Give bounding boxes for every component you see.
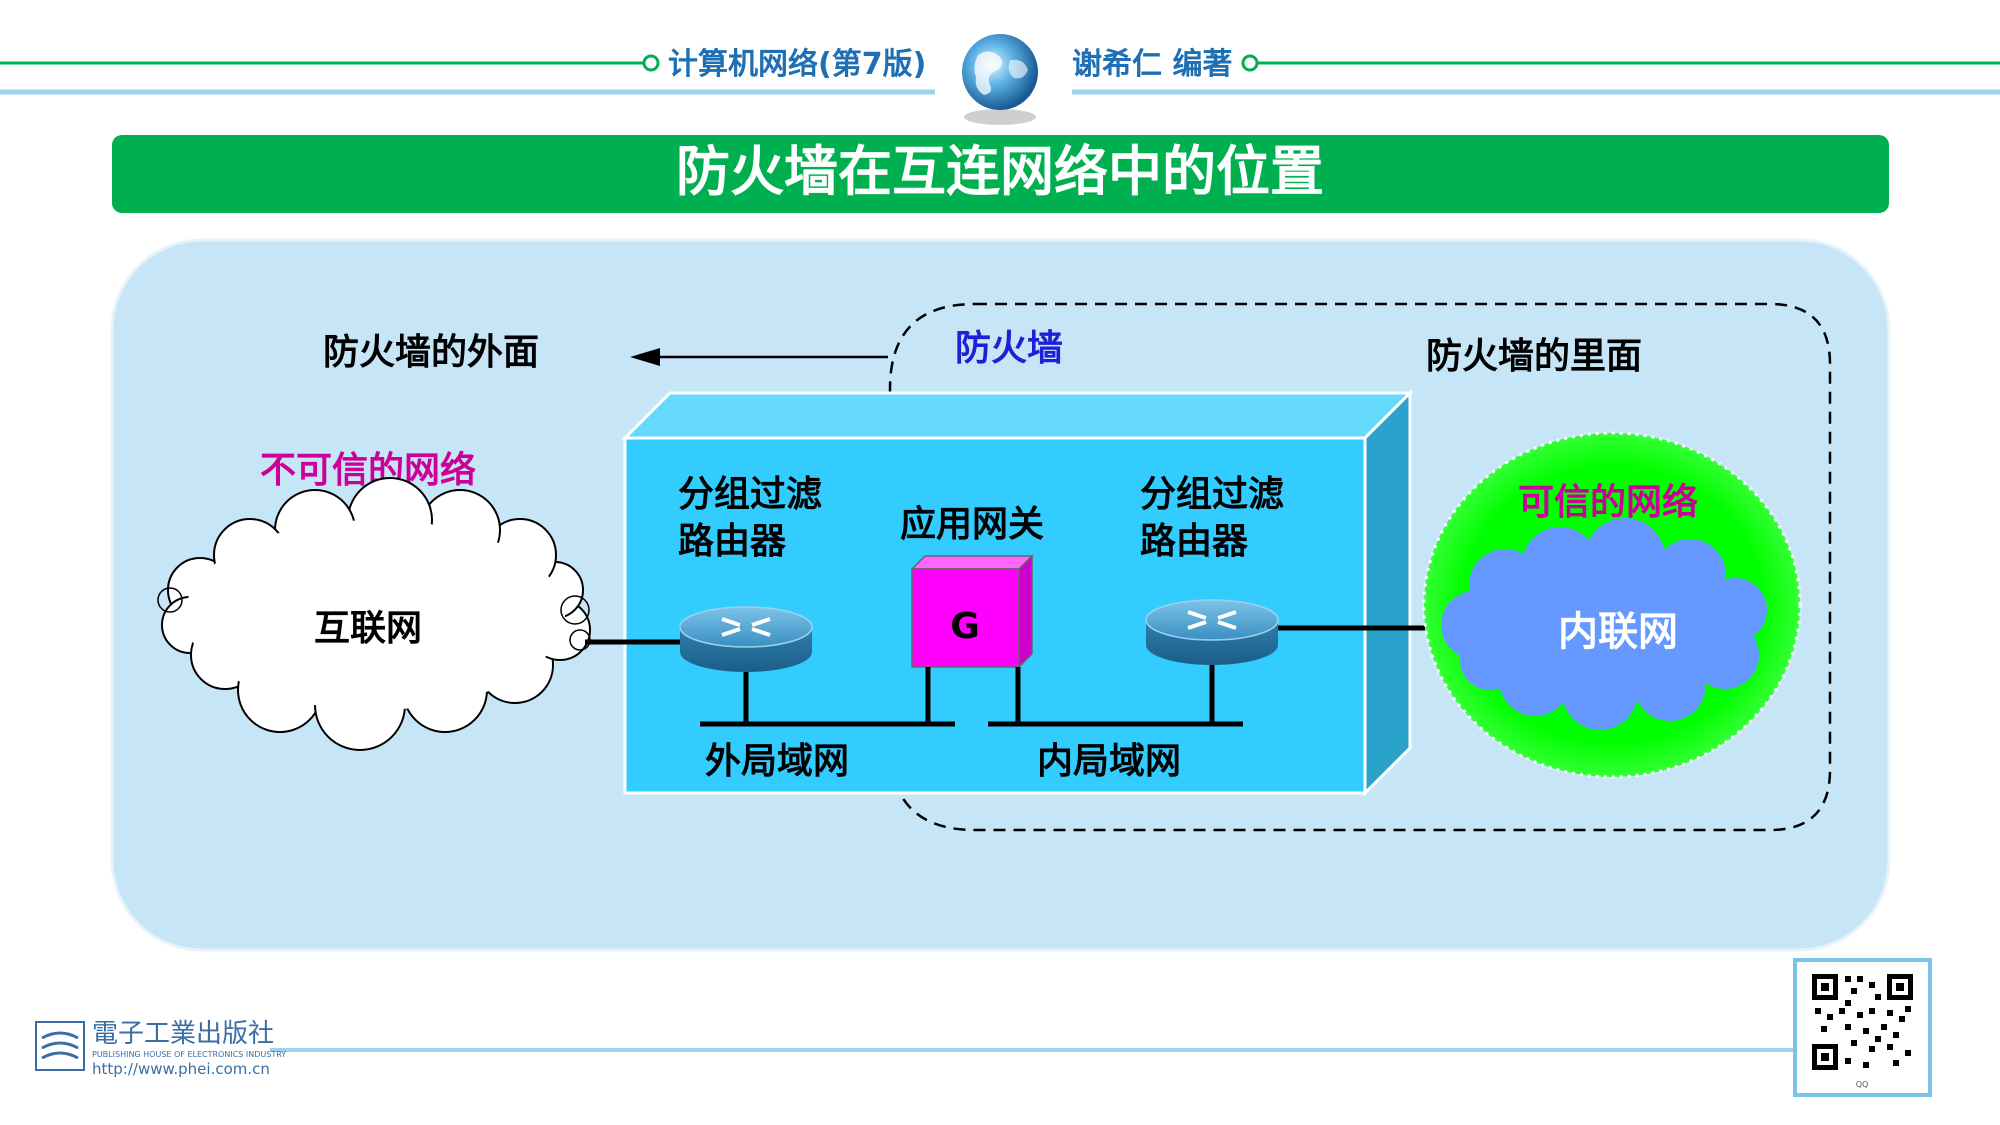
firewall-box-top	[621, 391, 1414, 440]
footer: 電子工業出版社 PUBLISHING HOUSE OF ELECTRONICS …	[35, 958, 1932, 1097]
router-right-icon	[1145, 599, 1279, 665]
header-line-left-end	[642, 54, 660, 72]
publisher-url: http://www.phei.com.cn	[92, 1060, 270, 1078]
router-left-label-2: 路由器	[678, 521, 787, 562]
author: 谢希仁 编著	[1072, 47, 1232, 82]
qr-caption: QQ	[1856, 1080, 1869, 1089]
router-right-label-2: 路由器	[1140, 521, 1249, 562]
header-line-right-end	[1241, 54, 1259, 72]
qr-code-icon: QQ	[1793, 958, 1932, 1097]
router-left-icon	[679, 606, 813, 672]
publisher-logo-icon	[35, 1021, 85, 1071]
router-right-label-1: 分组过滤	[1140, 474, 1284, 515]
outer-lan-label: 外局域网	[705, 741, 849, 782]
router-left-label-1: 分组过滤	[678, 474, 822, 515]
book-title: 计算机网络(第7版)	[668, 47, 926, 82]
slide-title: 防火墙在互连网络中的位置	[676, 140, 1324, 203]
firewall-box-side	[1363, 389, 1412, 797]
publisher-en: PUBLISHING HOUSE OF ELECTRONICS INDUSTRY	[92, 1050, 286, 1059]
inner-lan-label: 内局域网	[1037, 741, 1181, 782]
trusted-label: 可信的网络	[1518, 481, 1698, 523]
intranet-label: 内联网	[1558, 609, 1678, 655]
firewall-label: 防火墙	[955, 328, 1063, 369]
header: 计算机网络(第7版) 谢希仁 编著	[0, 34, 2000, 125]
outside-label: 防火墙的外面	[323, 332, 539, 373]
gateway-letter: G	[950, 606, 980, 647]
slide-canvas: 计算机网络(第7版) 谢希仁 编著 防火墙在互连网络中的位置 防火墙的外面 防火…	[0, 34, 2000, 1097]
inside-label: 防火墙的里面	[1426, 336, 1642, 377]
publisher-name: 電子工業出版社	[92, 1019, 274, 1049]
globe-icon	[962, 34, 1038, 125]
internet-label: 互联网	[314, 608, 422, 649]
gateway-label: 应用网关	[900, 504, 1044, 545]
